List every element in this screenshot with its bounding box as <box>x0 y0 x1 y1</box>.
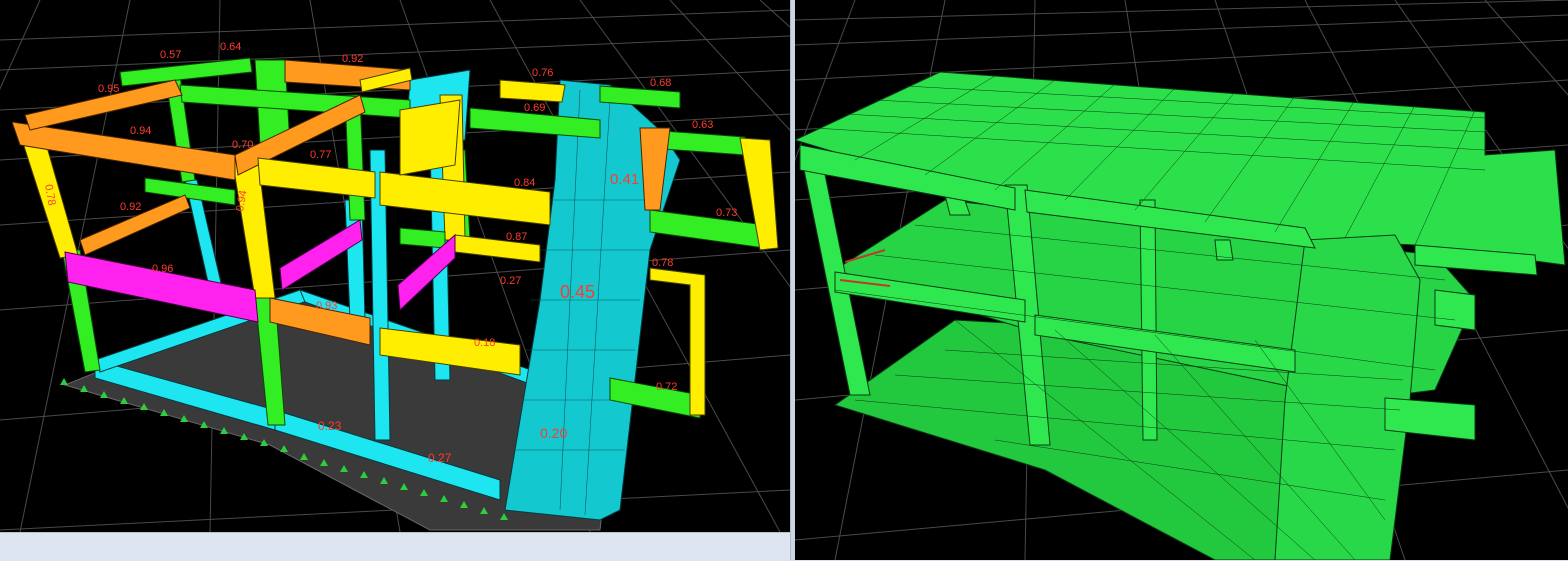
stress-label: 0.27 <box>500 275 521 287</box>
stress-label: 0.92 <box>342 53 363 65</box>
stress-label: 0.57 <box>160 49 181 61</box>
stress-label: 0.77 <box>310 149 331 161</box>
stress-label: 0.73 <box>716 207 737 219</box>
right-3d-viewport[interactable] <box>795 0 1568 560</box>
stress-label: 0.70 <box>232 139 253 151</box>
stress-label: 0.84 <box>514 177 535 189</box>
right-model-canvas[interactable] <box>795 0 1568 560</box>
stress-label: 0.94 <box>130 125 151 137</box>
stress-label: 0.96 <box>152 263 173 275</box>
stress-label: 0.45 <box>560 282 595 302</box>
left-model-canvas[interactable]: 0.57 0.64 0.92 0.95 0.94 0.76 0.69 0.68 … <box>0 0 790 532</box>
stress-label: 0.76 <box>532 67 553 79</box>
app-window: 0.57 0.64 0.92 0.95 0.94 0.76 0.69 0.68 … <box>0 0 1568 561</box>
stress-label: 0.23 <box>318 419 342 433</box>
stress-label: 0.72 <box>656 381 677 393</box>
stress-label: 0.41 <box>610 171 639 188</box>
status-bar <box>0 532 790 561</box>
stress-label: 0.63 <box>692 119 713 131</box>
stress-label: 0.27 <box>428 451 452 465</box>
stress-label: 0.18 <box>474 337 495 349</box>
stress-label: 0.20 <box>540 425 567 441</box>
stress-label: 0.78 <box>652 257 673 269</box>
stress-label: 0.87 <box>506 231 527 243</box>
left-3d-viewport[interactable]: 0.57 0.64 0.92 0.95 0.94 0.76 0.69 0.68 … <box>0 0 790 532</box>
stress-label: 0.92 <box>120 201 141 213</box>
stress-label: 0.69 <box>524 102 545 114</box>
stress-label: 0.64 <box>220 41 241 53</box>
stress-label: 0.93 <box>316 300 337 312</box>
stress-label: 0.95 <box>98 83 119 95</box>
stress-label: 0.68 <box>650 77 671 89</box>
